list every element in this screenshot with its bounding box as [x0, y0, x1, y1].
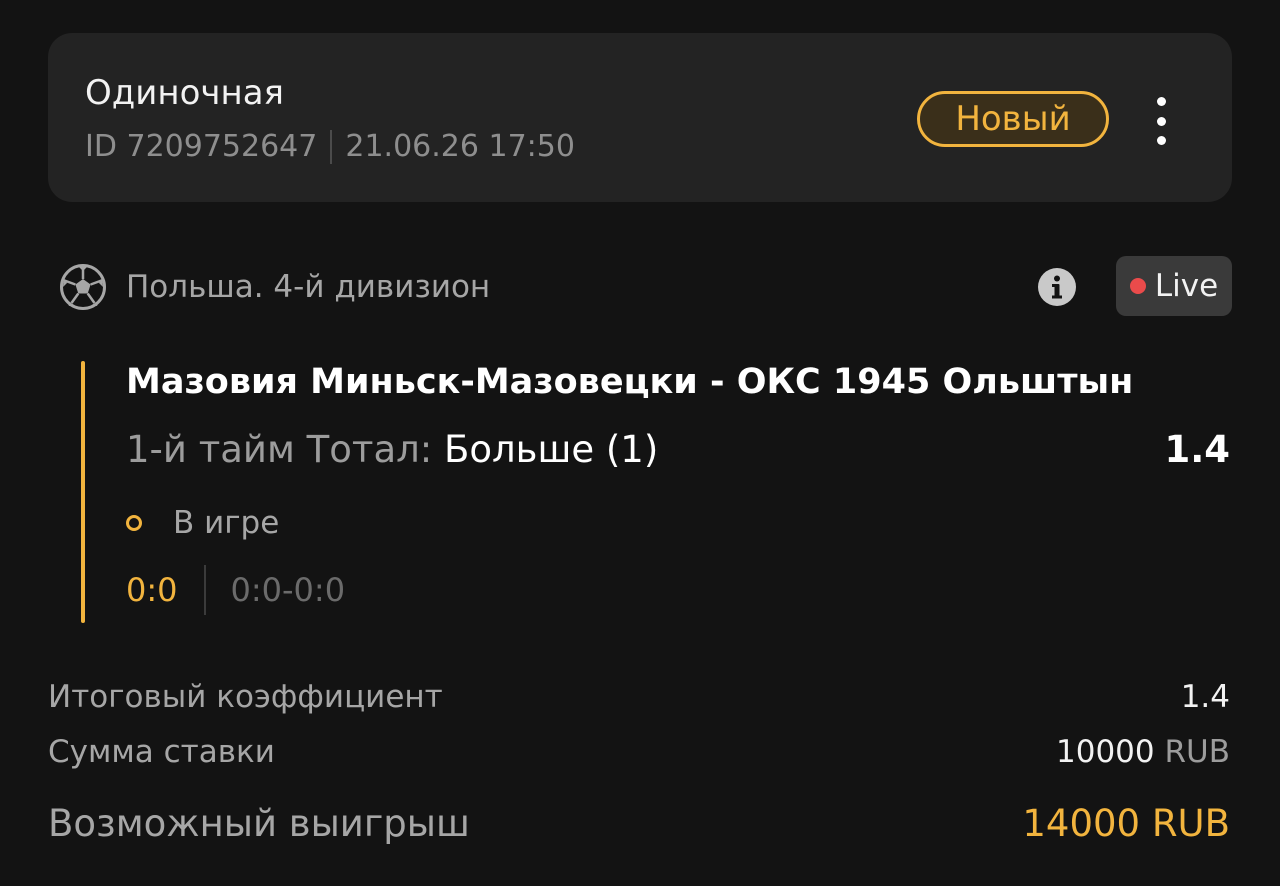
match-title: Мазовия Миньск-Мазовецки - ОКС 1945 Ольш… — [126, 362, 1134, 402]
stake-value: 10000 RUB — [1056, 731, 1230, 773]
more-dot — [1156, 116, 1166, 126]
stake-label: Сумма ставки — [48, 734, 275, 770]
bet-id: ID 7209752647 — [85, 129, 318, 164]
market-outcome: Больше (1) — [444, 428, 659, 471]
meta-divider — [330, 130, 333, 164]
stake-amount: 10000 — [1056, 734, 1155, 770]
status-badge: Новый — [917, 91, 1109, 147]
event-state: В игре — [126, 503, 279, 543]
more-dot — [1156, 97, 1166, 106]
total-coef-value: 1.4 — [1180, 679, 1230, 715]
league-name: Польша. 4-й дивизион — [126, 269, 491, 305]
period-scores: 0:0-0:0 — [230, 571, 346, 609]
info-icon[interactable] — [1038, 268, 1076, 306]
more-vertical-icon[interactable] — [1146, 97, 1176, 145]
stake-currency: RUB — [1164, 734, 1231, 770]
market-row: 1-й тайм Тотал: Больше (1) — [126, 426, 658, 474]
score-row: 0:0 0:0-0:0 — [126, 565, 346, 615]
payout-label: Возможный выигрыш — [48, 802, 470, 845]
state-text: В игре — [173, 505, 280, 541]
bet-header-card: Одиночная ID 7209752647 21.06.26 17:50 Н… — [48, 33, 1232, 202]
league-row: Польша. 4-й дивизион — [58, 262, 490, 312]
live-dot-icon — [1129, 278, 1146, 294]
live-badge: Live — [1116, 256, 1232, 316]
current-score: 0:0 — [126, 571, 178, 609]
market-label: 1-й тайм Тотал: — [126, 428, 444, 471]
in-play-ring-icon — [126, 515, 142, 531]
bet-meta: ID 7209752647 21.06.26 17:50 — [85, 129, 575, 165]
bet-datetime: 21.06.26 17:50 — [345, 129, 575, 164]
payout-value: 14000 RUB — [1022, 802, 1230, 845]
bet-type-title: Одиночная — [85, 73, 285, 113]
soccer-ball-icon — [60, 264, 106, 310]
more-dot — [1156, 136, 1166, 145]
score-divider — [203, 565, 206, 615]
event-coefficient: 1.4 — [1164, 428, 1230, 471]
total-coef-label: Итоговый коэффициент — [48, 679, 443, 715]
live-label: Live — [1154, 268, 1219, 304]
event-accent-bar — [81, 361, 85, 623]
